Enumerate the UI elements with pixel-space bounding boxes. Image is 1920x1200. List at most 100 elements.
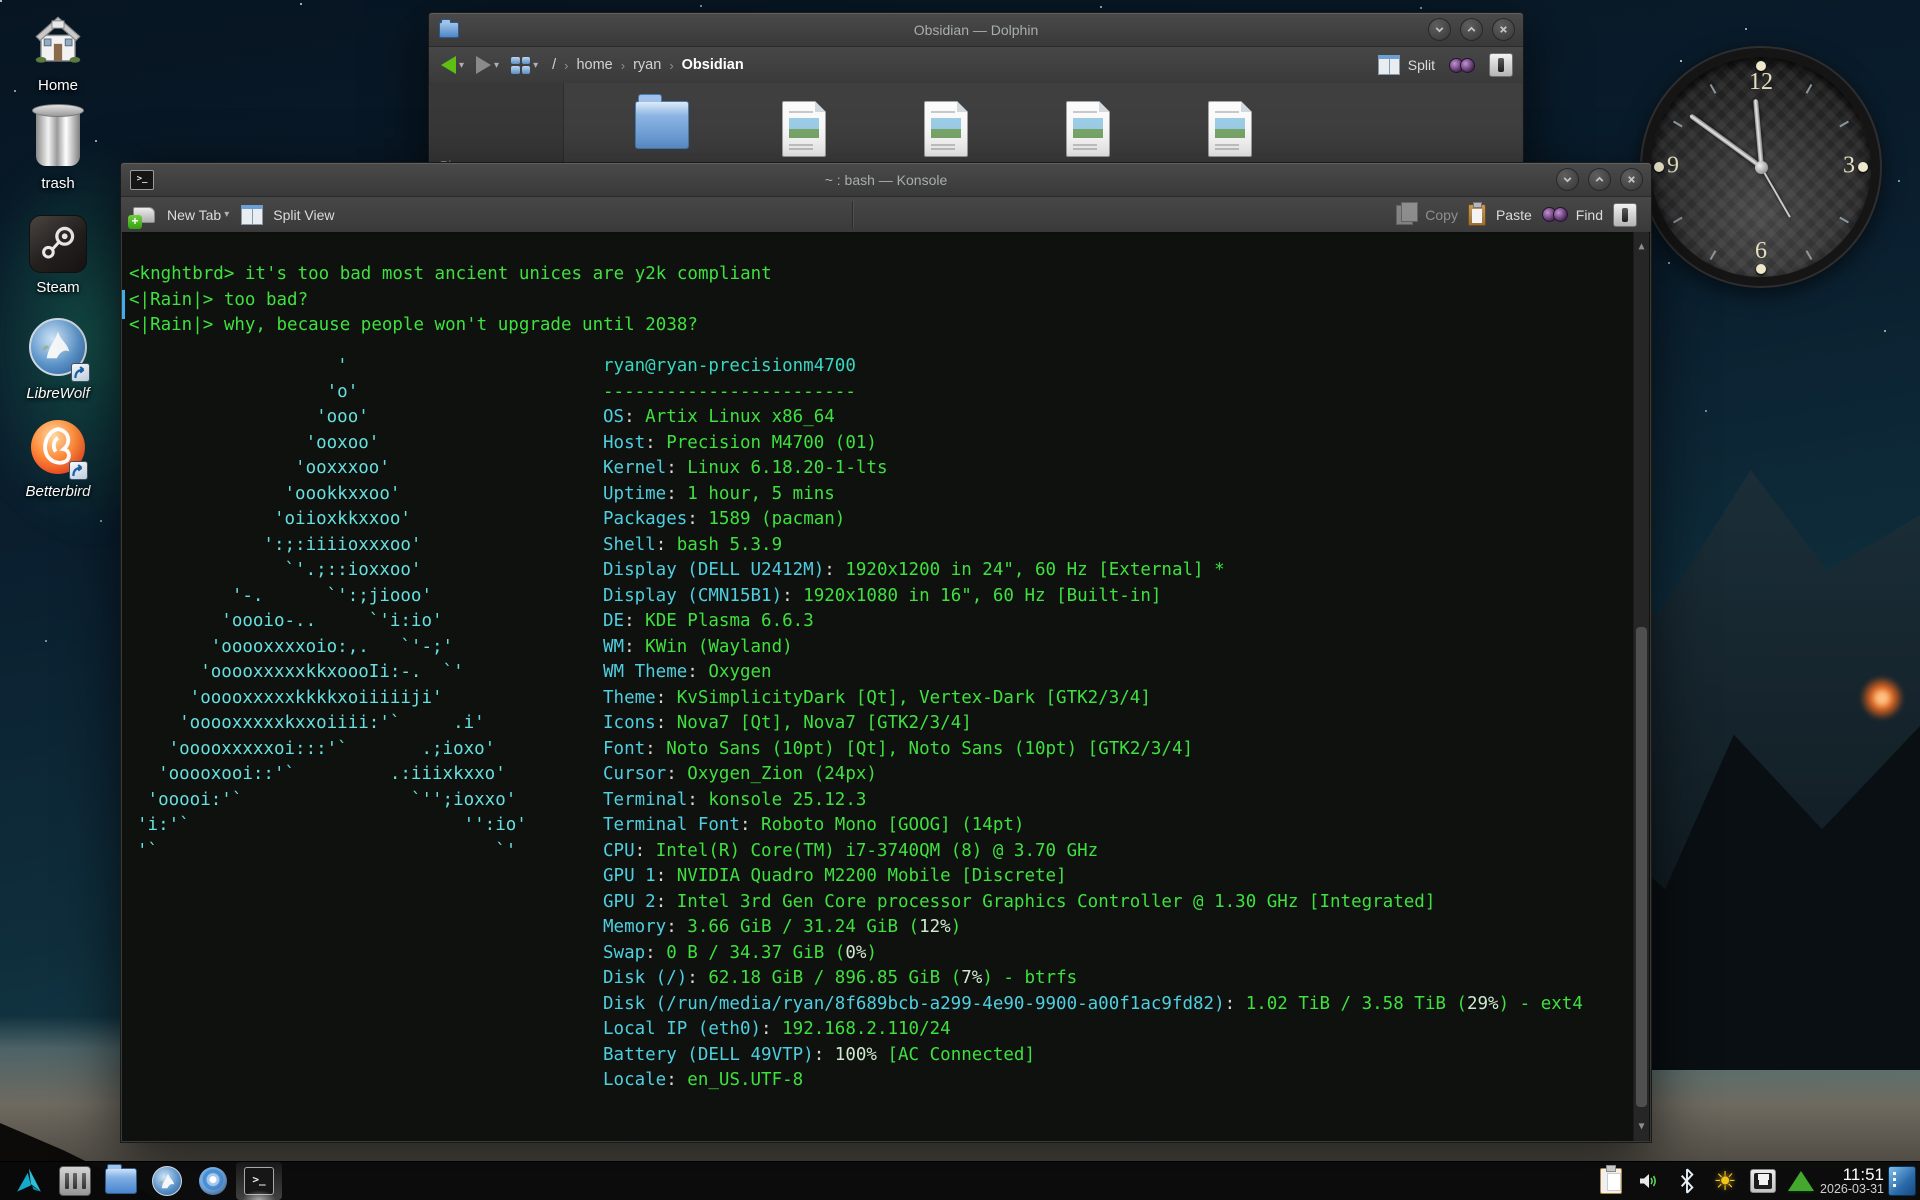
tray-bluetooth[interactable] [1674,1166,1700,1196]
toolbar-separator [852,201,853,228]
fetch-entry: WM: KWin (Wayland) [603,635,1583,661]
breadcrumb-segment[interactable]: home [576,57,612,73]
minimize-button[interactable] [1428,18,1451,41]
copy-label: Copy [1425,207,1458,223]
file-image-document[interactable] [911,101,981,162]
desktop-icon-home[interactable]: Home [20,10,96,94]
desktop-icon-column: Home trash Steam LibreWolf Betterbird [0,0,110,600]
split-view-button[interactable]: Split View [241,205,334,225]
maximize-button[interactable] [1588,168,1611,191]
tray-clipboard[interactable] [1598,1166,1624,1196]
clock-center-cap [1755,161,1768,174]
breadcrumb-separator-icon: › [621,58,625,73]
tray-volume[interactable] [1636,1166,1662,1196]
taskbar-app-app-launcher[interactable] [6,1162,52,1200]
fetch-entry: Terminal: konsole 25.12.3 [603,788,1583,814]
clock-tick [1673,217,1683,224]
konsole-window: >_ ~ : bash — Konsole New Tab ▾ Split Vi… [120,162,1652,1143]
volume-icon [1636,1169,1662,1193]
fetch-entry: Disk (/): 62.18 GiB / 896.85 GiB (7%) - … [603,966,1583,992]
toolbar-menu-icon[interactable] [1613,203,1637,227]
scroll-position-marker [122,290,125,319]
copy-icon [1396,205,1413,225]
close-button[interactable] [1492,18,1515,41]
copy-button[interactable]: Copy [1396,205,1458,225]
desktop-icon-steam[interactable]: Steam [20,215,96,296]
fetch-entry: Local IP (eth0): 192.168.2.110/24 [603,1017,1583,1043]
breadcrumb-segment[interactable]: / [552,57,556,73]
fetch-entry: Theme: KvSimplicityDark [Qt], Vertex-Dar… [603,686,1583,712]
file-image-document[interactable] [1053,101,1123,162]
dolphin-titlebar[interactable]: Obsidian — Dolphin [429,13,1523,47]
breadcrumb-segment[interactable]: Obsidian [682,57,744,73]
toolbar-menu-icon[interactable] [1489,53,1513,77]
shortcut-badge [71,363,90,382]
mountain-light [1856,672,1908,724]
taskbar-app-konsole[interactable]: >_ [236,1162,282,1200]
fetch-entry: Swap: 0 B / 34.37 GiB (0%) [603,941,1583,967]
tray-removable-devices[interactable] [1788,1166,1814,1196]
view-mode-button[interactable]: ▾ [511,57,538,74]
tray-network[interactable] [1750,1166,1776,1196]
scroll-up-icon[interactable]: ▲ [1634,234,1649,260]
paste-button[interactable]: Paste [1468,204,1532,226]
fetch-separator: ------------------------ [603,380,1583,406]
desktop: Home trash Steam LibreWolf Betterbird 12 3 6… [0,0,1920,1200]
taskbar-app-dolphin[interactable] [98,1162,144,1200]
split-button[interactable]: Split [1378,55,1435,75]
clock-tick [1839,217,1849,224]
folder-icon [439,22,459,38]
second-hand [1760,167,1791,218]
taskbar-app-librewolf[interactable] [144,1162,190,1200]
new-tab-label: New Tab [167,207,221,223]
analog-clock-widget: 12 3 6 9 [1640,46,1882,288]
scroll-down-icon[interactable]: ▼ [1634,1114,1649,1140]
fetch-entry: Shell: bash 5.3.9 [603,533,1583,559]
konsole-titlebar[interactable]: >_ ~ : bash — Konsole [121,163,1651,197]
fetch-entry: Disk (/run/media/ryan/8f689bcb-a299-4e90… [603,992,1583,1018]
shortcut-badge [69,461,88,480]
fetch-entry: Icons: Nova7 [Qt], Nova7 [GTK2/3/4] [603,711,1583,737]
maximize-button[interactable] [1460,18,1483,41]
show-desktop-button[interactable] [1888,1166,1916,1196]
new-tab-icon [133,207,155,223]
file-folder[interactable] [627,101,697,154]
close-button[interactable] [1620,168,1643,191]
desktop-icon-trash[interactable]: trash [20,110,96,192]
desktop-icon-librewolf[interactable]: LibreWolf [20,318,96,402]
fetch-entry: Kernel: Linux 6.18.20-1-lts [603,456,1583,482]
back-button[interactable]: ▾ [441,56,464,74]
scrollbar-thumb[interactable] [1636,627,1647,1107]
desktop-icon-betterbird[interactable]: Betterbird [20,420,96,500]
fetch-output: ryan@ryan-precisionm4700----------------… [603,354,1583,1094]
digital-clock[interactable]: 11:51 2026-03-31 [1820,1166,1884,1197]
breadcrumb-segment[interactable]: ryan [633,57,661,73]
forward-button[interactable]: ▾ [476,56,499,74]
taskbar-app-chromium[interactable] [190,1162,236,1200]
find-button[interactable]: Find [1542,207,1603,223]
artix-ascii-logo: ' 'o' 'ooo' 'ooxoo' 'ooxxxoo' 'oookkxxoo… [137,354,527,864]
find-icon[interactable] [1449,58,1475,73]
folder-icon [635,101,689,149]
paste-label: Paste [1496,207,1532,223]
paste-icon [1468,204,1486,226]
new-tab-button[interactable]: New Tab ▾ [133,207,229,223]
breadcrumb-separator-icon: › [564,58,568,73]
desktop-icon-label: trash [20,175,96,192]
find-icon [1542,207,1568,222]
tray-weather[interactable]: ☀ [1712,1166,1738,1196]
clock-numeral-6: 6 [1755,238,1767,265]
terminal-icon: >_ [130,170,154,190]
terminal-view[interactable]: <knghtbrd> it's too bad most ancient uni… [122,232,1650,1141]
taskbar-app-pager[interactable] [52,1162,98,1200]
minute-hand [1688,113,1762,169]
dolphin-toolbar: ▾ ▾ ▾ /›home›ryan›Obsidian Split [429,47,1523,84]
clock-time: 11:51 [1820,1166,1884,1184]
minimize-button[interactable] [1556,168,1579,191]
split-label: Split [1408,57,1435,73]
scrollbar[interactable]: ▲ ▼ [1633,232,1649,1141]
file-image-document[interactable] [769,101,839,162]
file-image-document[interactable] [1195,101,1265,162]
find-label: Find [1576,207,1603,223]
fetch-entry: Terminal Font: Roboto Mono [GOOG] (14pt) [603,813,1583,839]
